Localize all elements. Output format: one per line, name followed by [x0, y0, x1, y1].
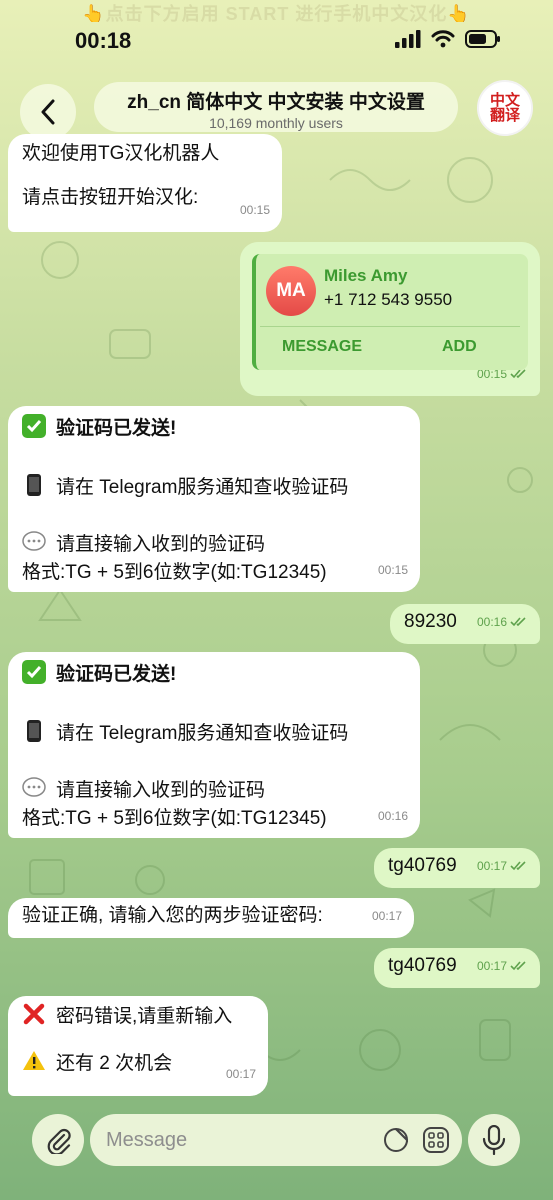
double-check-icon: [510, 861, 526, 871]
battery-icon: [465, 30, 500, 48]
message-incoming[interactable]: 密码错误,请重新输入 还有 2 次机会 00:17: [8, 996, 268, 1096]
message-input-container[interactable]: [90, 1114, 462, 1166]
message-text: tg40769: [388, 855, 457, 876]
contact-message-button[interactable]: MESSAGE: [282, 338, 362, 356]
message-incoming[interactable]: 欢迎使用TG汉化机器人 请点击按钮开始汉化: 00:15: [8, 134, 282, 232]
message-text: 验证码已发送!: [56, 664, 177, 685]
message-time: 00:17: [225, 1067, 256, 1081]
message-meta: 00:15: [378, 556, 408, 584]
message-text: 请点击按钮开始汉化:: [22, 187, 199, 208]
cross-mark-icon: [22, 1002, 46, 1026]
back-button[interactable]: [20, 84, 76, 140]
message-incoming[interactable]: 验证码已发送! 请在 Telegram服务通知查收验证码 请直接输入收到的验证码…: [8, 406, 420, 592]
message-time: 00:16: [476, 615, 507, 629]
microphone-button[interactable]: [468, 1114, 520, 1166]
chevron-left-icon: [41, 99, 55, 125]
phone-icon: [22, 719, 46, 743]
emoji-keyboard-icon[interactable]: [422, 1126, 450, 1154]
speech-bubble-icon: [22, 530, 46, 554]
speech-bubble-icon: [22, 776, 46, 800]
message-meta: 00:17: [477, 852, 528, 880]
message-text: tg40769: [388, 955, 457, 976]
message-meta: 00:17: [226, 1060, 256, 1088]
double-check-icon: [510, 617, 526, 627]
microphone-icon: [482, 1125, 506, 1155]
message-outgoing[interactable]: tg40769 00:17: [374, 948, 540, 988]
message-time: 00:17: [476, 959, 507, 973]
chat-subtitle: 10,169 monthly users: [209, 115, 343, 131]
message-meta: 00:16: [378, 802, 408, 830]
message-text: 密码错误,请重新输入: [56, 1006, 233, 1027]
message-text: 请在 Telegram服务通知查收验证码: [56, 477, 349, 498]
message-outgoing[interactable]: tg40769 00:17: [374, 848, 540, 888]
message-text: 验证正确, 请输入您的两步验证密码:: [22, 905, 323, 926]
chat-title-bar[interactable]: zh_cn 简体中文 中文安装 中文设置 10,169 monthly user…: [94, 82, 458, 132]
wifi-icon: [431, 30, 455, 48]
contact-name: Miles Amy: [324, 266, 408, 285]
status-icons: [395, 30, 501, 48]
sticker-icon[interactable]: [382, 1126, 410, 1154]
promo-banner: 👆点击下方启用 START 进行手机中文汉化👆: [82, 4, 471, 22]
message-text: 89230: [404, 611, 457, 632]
paperclip-icon: [47, 1128, 71, 1154]
message-text: 验证码已发送!: [56, 418, 177, 439]
message-time: 00:17: [371, 909, 402, 923]
message-time: 00:15: [377, 563, 408, 577]
message-text: 格式:TG + 5到6位数字(如:TG12345): [22, 562, 327, 583]
message-incoming[interactable]: 验证正确, 请输入您的两步验证密码: 00:17: [8, 898, 414, 938]
check-mark-icon: [22, 660, 46, 684]
chat-title: zh_cn 简体中文 中文安装 中文设置: [127, 92, 425, 113]
bot-avatar[interactable]: 中文 翻译: [477, 80, 533, 136]
double-check-icon: [510, 369, 526, 379]
double-check-icon: [510, 961, 526, 971]
message-meta: 00:17: [477, 952, 528, 980]
message-text: 请在 Telegram服务通知查收验证码: [56, 723, 349, 744]
bot-avatar-line2: 翻译: [489, 106, 520, 124]
message-text: 格式:TG + 5到6位数字(如:TG12345): [22, 808, 327, 829]
status-time: 00:18: [75, 28, 132, 53]
warning-icon: [22, 1049, 46, 1073]
contact-add-button[interactable]: ADD: [442, 338, 477, 356]
phone-icon: [22, 473, 46, 497]
attach-button[interactable]: [32, 1114, 84, 1166]
contact-phone: +1 712 543 9550: [324, 290, 453, 309]
message-time: 00:17: [476, 859, 507, 873]
message-text: 欢迎使用TG汉化机器人: [22, 143, 220, 164]
signal-icon: [395, 30, 421, 48]
check-mark-icon: [22, 414, 46, 438]
message-meta: 00:16: [477, 608, 528, 636]
message-text: 请直接输入收到的验证码: [56, 780, 266, 801]
message-time: 00:16: [377, 809, 408, 823]
contact-avatar: MA: [266, 266, 316, 316]
message-input[interactable]: [106, 1124, 356, 1156]
message-time: 00:15: [239, 203, 270, 217]
message-meta: 00:15: [240, 196, 270, 224]
message-text: 请直接输入收到的验证码: [56, 534, 266, 555]
message-incoming[interactable]: 验证码已发送! 请在 Telegram服务通知查收验证码 请直接输入收到的验证码…: [8, 652, 420, 838]
contact-card: MA Miles Amy +1 712 543 9550 MESSAGE ADD: [252, 254, 528, 370]
message-outgoing[interactable]: 89230 00:16: [390, 604, 540, 644]
message-text: 还有 2 次机会: [56, 1053, 173, 1074]
contact-divider: [260, 326, 520, 327]
message-meta: 00:17: [372, 902, 402, 930]
